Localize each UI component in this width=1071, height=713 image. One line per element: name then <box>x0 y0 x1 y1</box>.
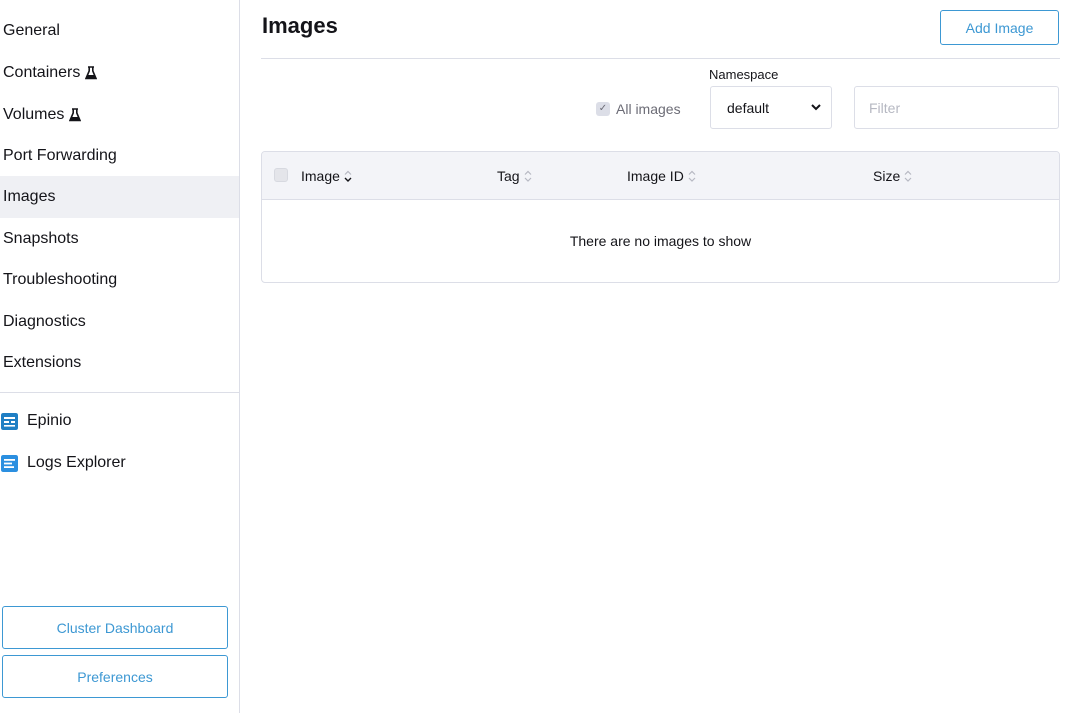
sidebar-item-label: Snapshots <box>3 230 79 247</box>
sidebar-item-images[interactable]: Images <box>0 176 239 218</box>
page-title: Images <box>262 13 338 38</box>
title-divider <box>261 58 1060 59</box>
sidebar-item-label: General <box>3 22 60 39</box>
sidebar-item-label: Troubleshooting <box>3 271 118 288</box>
experimental-flask-icon <box>69 108 82 122</box>
sidebar-item-port-forwarding[interactable]: Port Forwarding <box>0 135 239 177</box>
sidebar-item-logs-explorer[interactable]: Logs Explorer <box>0 442 239 484</box>
column-header-size[interactable]: Size <box>873 152 913 200</box>
sidebar-item-extensions[interactable]: Extensions <box>0 342 239 384</box>
checkmark-icon: ✓ <box>596 102 610 116</box>
all-images-checkbox[interactable]: ✓ All images <box>596 99 681 119</box>
namespace-label: Namespace <box>709 67 779 82</box>
epinio-icon <box>1 412 18 430</box>
column-header-tag[interactable]: Tag <box>497 152 533 200</box>
main-content: Images Add Image ✓ All images Namespace … <box>261 0 1060 713</box>
sort-icon <box>904 170 912 182</box>
sidebar-item-label: Port Forwarding <box>3 147 117 164</box>
table-header: Image Tag Image ID Size <box>262 152 1059 200</box>
sidebar-item-label: Epinio <box>27 412 72 429</box>
sort-icon <box>344 170 352 182</box>
preferences-button[interactable]: Preferences <box>2 655 228 698</box>
sidebar-item-diagnostics[interactable]: Diagnostics <box>0 301 239 343</box>
cluster-dashboard-button[interactable]: Cluster Dashboard <box>2 606 228 649</box>
filter-input[interactable] <box>854 86 1059 129</box>
empty-table-message: There are no images to show <box>569 233 752 249</box>
sidebar-item-label: Volumes <box>3 106 65 123</box>
experimental-flask-icon <box>85 66 98 80</box>
sidebar-item-label: Containers <box>3 64 81 81</box>
column-label: Image <box>301 168 340 184</box>
images-table: Image Tag Image ID Size There are no ima… <box>261 151 1060 283</box>
sort-icon <box>524 170 532 182</box>
logs-explorer-icon <box>1 454 18 472</box>
sort-icon <box>688 170 696 182</box>
sidebar-item-label: Images <box>3 188 56 205</box>
sidebar-item-general[interactable]: General <box>0 10 239 52</box>
app-window: General Containers Volumes Port Forwardi… <box>0 0 1071 713</box>
sidebar-item-snapshots[interactable]: Snapshots <box>0 218 239 260</box>
namespace-select[interactable]: default <box>710 86 832 129</box>
sidebar-item-label: Logs Explorer <box>27 454 126 471</box>
chevron-down-icon <box>811 104 821 111</box>
sidebar-item-containers[interactable]: Containers <box>0 52 239 94</box>
sidebar: General Containers Volumes Port Forwardi… <box>0 0 240 713</box>
column-label: Tag <box>497 168 520 184</box>
namespace-value: default <box>727 99 770 116</box>
sidebar-item-label: Diagnostics <box>3 313 86 330</box>
all-images-label: All images <box>616 101 681 117</box>
column-label: Image ID <box>627 168 684 184</box>
column-header-image-id[interactable]: Image ID <box>627 152 697 200</box>
select-all-checkbox[interactable] <box>274 168 288 182</box>
sidebar-item-troubleshooting[interactable]: Troubleshooting <box>0 259 239 301</box>
column-header-image[interactable]: Image <box>301 152 353 200</box>
add-image-button[interactable]: Add Image <box>940 10 1059 45</box>
sidebar-item-label: Extensions <box>3 354 82 371</box>
column-label: Size <box>873 168 901 184</box>
sidebar-item-epinio[interactable]: Epinio <box>0 400 239 442</box>
sidebar-divider <box>0 392 239 393</box>
sidebar-item-volumes[interactable]: Volumes <box>0 94 239 136</box>
